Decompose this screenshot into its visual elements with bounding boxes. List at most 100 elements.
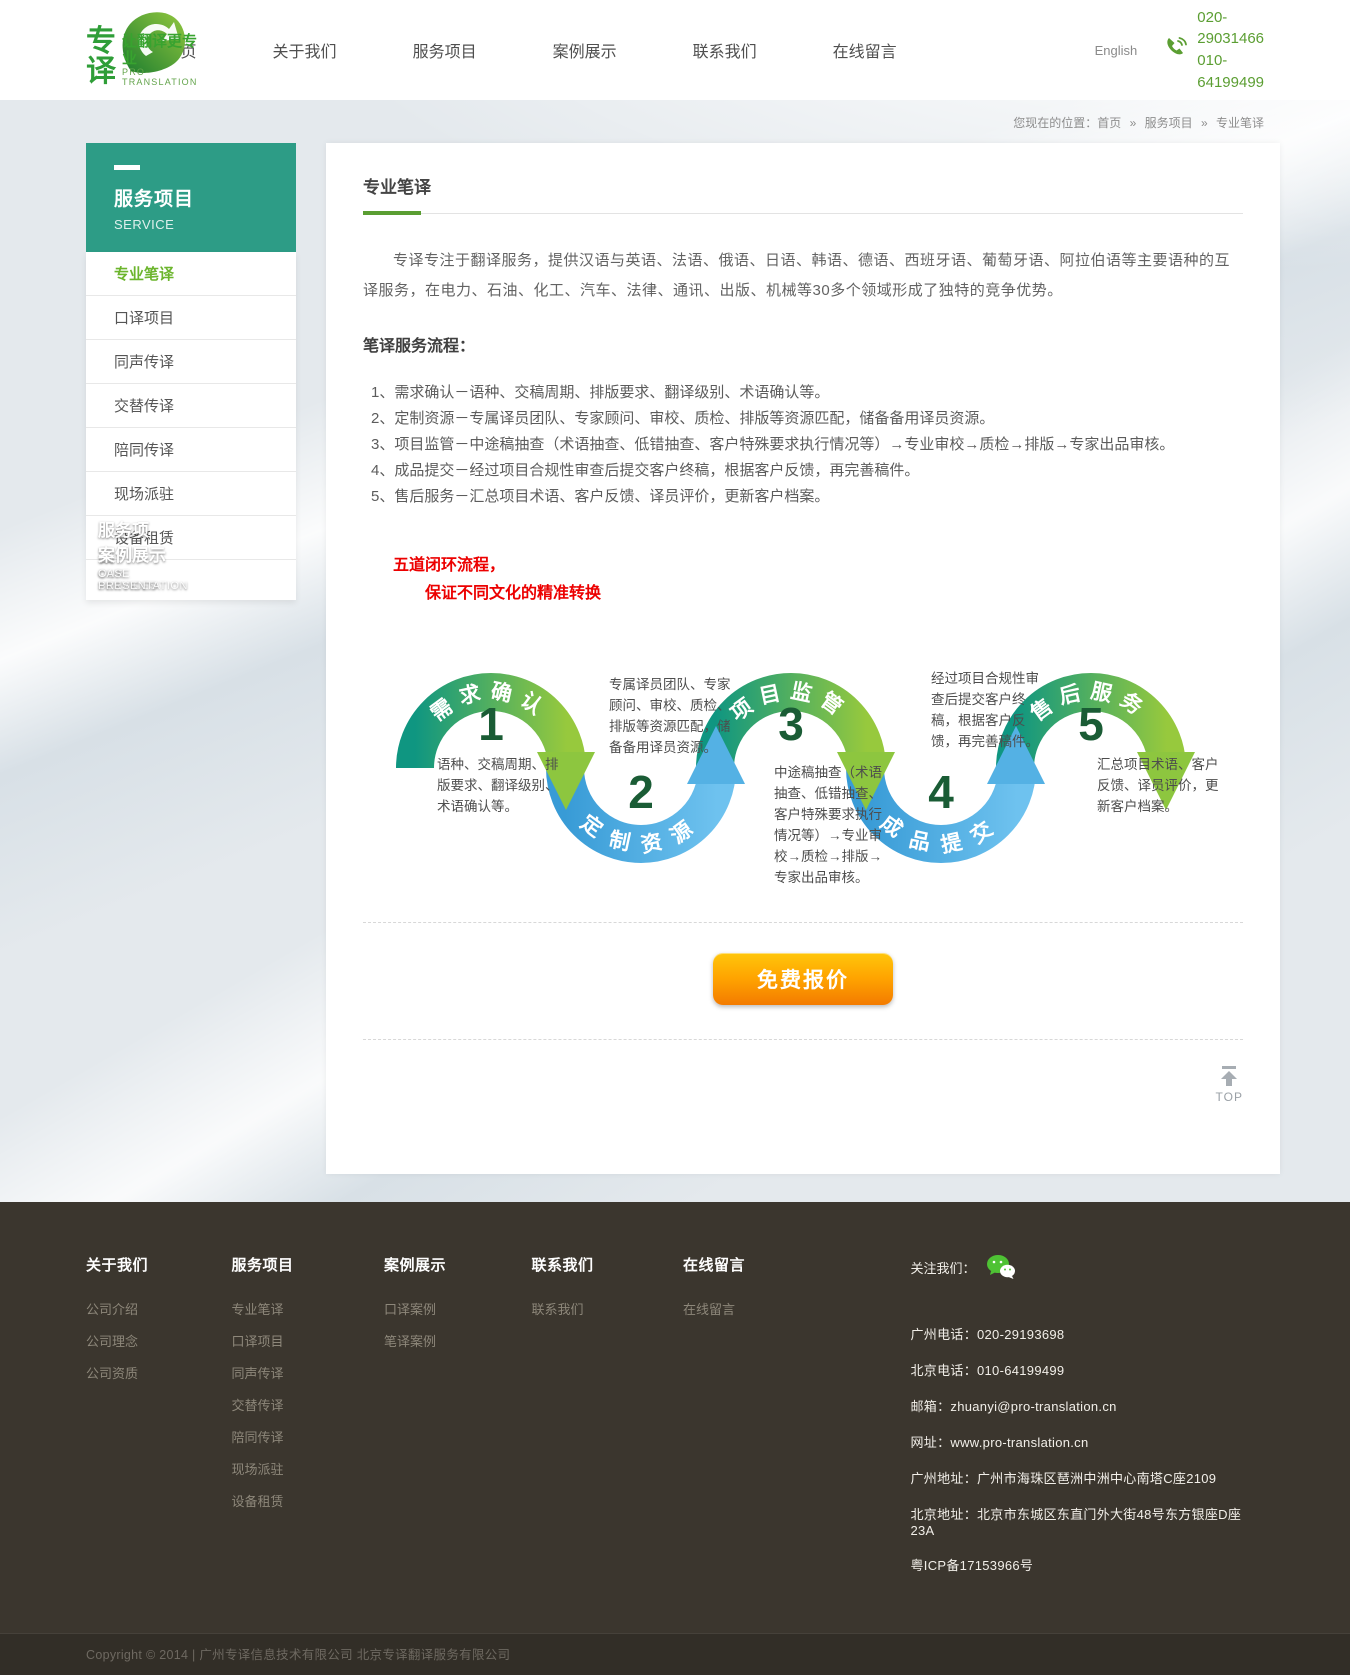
footer-link[interactable]: 在线留言 xyxy=(683,1299,825,1318)
footer-link[interactable]: 设备租赁 xyxy=(232,1491,384,1510)
footer-col-services: 服务项目 专业笔译 口译项目 同声传译 交替传译 陪同传译 现场派驻 设备租赁 xyxy=(232,1254,384,1591)
footer-link[interactable]: 笔译案例 xyxy=(384,1331,532,1350)
top-label: TOP xyxy=(1216,1090,1243,1104)
language-switch[interactable]: English xyxy=(1095,43,1138,58)
header-phone-box: 020-29031466 010-64199499 xyxy=(1163,7,1264,94)
sidebar-item-onsite[interactable]: 现场派驻 xyxy=(86,472,296,516)
footer-col-title: 在线留言 xyxy=(683,1254,825,1275)
breadcrumb-section[interactable]: 服务项目 xyxy=(1145,116,1193,130)
highlight-line-2: 保证不同文化的精准转换 xyxy=(425,580,1243,608)
contact-line: 粤ICP备17153966号 xyxy=(911,1555,1265,1574)
footer-link[interactable]: 同声传译 xyxy=(232,1363,384,1382)
back-to-top-button[interactable]: TOP xyxy=(1216,1066,1243,1104)
sidebar-item-escort[interactable]: 陪同传译 xyxy=(86,428,296,472)
footer-col-title: 关于我们 xyxy=(86,1254,232,1275)
dashed-divider xyxy=(363,922,1243,923)
contact-line: 邮箱：zhuanyi@pro-translation.cn xyxy=(911,1396,1265,1415)
sidebar: 服务项目 SERVICE 专业笔译 口译项目 同声传译 交替传译 陪同传译 现场… xyxy=(86,143,296,600)
flow-step-number: 4 xyxy=(928,766,954,818)
page-title: 专业笔译 xyxy=(363,173,1243,198)
site-footer: 关于我们 公司介绍 公司理念 公司资质 服务项目 专业笔译 口译项目 同声传译 … xyxy=(0,1202,1350,1633)
nav-services[interactable]: 服务项目 xyxy=(413,38,477,62)
content-card: 专业笔译 专译专注于翻译服务，提供汉语与英语、法语、俄语、日语、韩语、德语、西班… xyxy=(326,143,1280,1174)
process-steps: 1、需求确认－语种、交稿周期、排版要求、翻译级别、术语确认等。 2、定制资源－专… xyxy=(371,380,1243,510)
arrow-up-icon xyxy=(1218,1066,1240,1086)
sidebar-header: 服务项目 SERVICE xyxy=(86,143,296,252)
intro-paragraph: 专译专注于翻译服务，提供汉语与英语、法语、俄语、日语、韩语、德语、西班牙语、葡萄… xyxy=(363,246,1243,306)
footer-link[interactable]: 口译案例 xyxy=(384,1299,532,1318)
highlight-note: 五道闭环流程， 保证不同文化的精准转换 xyxy=(363,552,1243,608)
phone-icon xyxy=(1163,35,1189,66)
process-step: 4、成品提交－经过项目合规性审查后提交客户终稿，根据客户反馈，再完善稿件。 xyxy=(371,458,1243,484)
title-underline xyxy=(363,213,1243,214)
flow-step-number: 5 xyxy=(1078,698,1104,750)
footer-col-contact: 联系我们 联系我们 xyxy=(532,1254,683,1591)
flow-step-desc: 语种、交稿周期、排版要求、翻译级别、术语确认等。 xyxy=(437,754,561,817)
contact-line: 北京电话：010-64199499 xyxy=(911,1360,1265,1379)
breadcrumb: 您现在的位置：首页 » 服务项目 » 专业笔译 xyxy=(86,100,1264,143)
sidebar-title: 服务项目 xyxy=(114,184,296,211)
process-step: 1、需求确认－语种、交稿周期、排版要求、翻译级别、术语确认等。 xyxy=(371,380,1243,406)
free-quote-button[interactable]: 免费报价 xyxy=(713,953,893,1005)
sidebar-item-interpretation[interactable]: 口译项目 xyxy=(86,296,296,340)
flow-step-number: 1 xyxy=(478,698,504,750)
flow-step-number: 2 xyxy=(628,766,654,818)
footer-col-cases: 案例展示 口译案例 笔译案例 xyxy=(384,1254,532,1591)
flow-step-desc: 经过项目合规性审查后提交客户终稿，根据客户反馈，再完善稿件。 xyxy=(931,668,1045,752)
flow-step-desc: 中途稿抽查（术语抽查、低错抽查、客户特殊要求执行情况等）→专业审校→质检→排版→… xyxy=(774,762,892,888)
contact-line: 网址：www.pro-translation.cn xyxy=(911,1432,1265,1451)
main-nav: 首页 关于我们 服务项目 案例展示 联系我们 在线留言 xyxy=(165,38,973,62)
flow-step-desc: 专属译员团队、专家顾问、审校、质检、排版等资源匹配，储备备用译员资源。 xyxy=(609,674,731,758)
footer-col-title: 联系我们 xyxy=(532,1254,683,1275)
footer-link[interactable]: 公司理念 xyxy=(86,1331,232,1350)
flow-step-desc: 汇总项目术语、客户反馈、译员评价，更新客户档案。 xyxy=(1097,754,1221,817)
logo-slogan: 让翻译更专业 xyxy=(122,34,198,67)
nav-about[interactable]: 关于我们 xyxy=(273,38,337,62)
process-step: 3、项目监管－中途稿抽查（术语抽查、低错抽查、客户特殊要求执行情况等）→专业审校… xyxy=(371,432,1243,458)
footer-col-about: 关于我们 公司介绍 公司理念 公司资质 xyxy=(86,1254,232,1591)
footer-link[interactable]: 专业笔译 xyxy=(232,1299,384,1318)
contact-line: 广州地址：广州市海珠区琶洲中洲中心南塔C座2109 xyxy=(911,1468,1265,1487)
flow-step-number: 3 xyxy=(778,698,804,750)
nav-cases[interactable]: 案例展示 xyxy=(553,38,617,62)
highlight-line-1: 五道闭环流程， xyxy=(393,552,1243,580)
footer-link[interactable]: 联系我们 xyxy=(532,1299,683,1318)
copyright-bar: Copyright © 2014 | 广州专译信息技术有限公司 北京专译翻译服务… xyxy=(0,1633,1350,1675)
breadcrumb-separator: » xyxy=(1201,116,1208,130)
sidebar-dash-decor xyxy=(114,165,140,170)
footer-link[interactable]: 公司介绍 xyxy=(86,1299,232,1318)
footer-col-message: 在线留言 在线留言 xyxy=(683,1254,825,1591)
sidebar-item-written-translation[interactable]: 专业笔译 xyxy=(86,252,296,296)
footer-link[interactable]: 现场派驻 xyxy=(232,1459,384,1478)
phone-number-1: 020-29031466 xyxy=(1197,7,1264,51)
wechat-icon[interactable] xyxy=(986,1254,1016,1280)
breadcrumb-home[interactable]: 首页 xyxy=(1097,116,1121,130)
sidebar-subtitle: SERVICE xyxy=(114,217,296,232)
phone-number-2: 010-64199499 xyxy=(1197,50,1264,94)
nav-message[interactable]: 在线留言 xyxy=(833,38,897,62)
nav-contact[interactable]: 联系我们 xyxy=(693,38,757,62)
sidebar-item-simultaneous[interactable]: 同声传译 xyxy=(86,340,296,384)
footer-link[interactable]: 公司资质 xyxy=(86,1363,232,1382)
site-header: 专译 让翻译更专业 PRO-TRANSLATION 首页 关于我们 服务项目 案… xyxy=(0,0,1350,100)
logo-name: 专译 xyxy=(86,27,118,87)
logo-subtitle: PRO-TRANSLATION xyxy=(122,67,198,87)
process-step: 2、定制资源－专属译员团队、专家顾问、审校、质检、排版等资源匹配，储备备用译员资… xyxy=(371,406,1243,432)
copyright-text: Copyright © 2014 | 广州专译信息技术有限公司 北京专译翻译服务… xyxy=(86,1644,1264,1663)
breadcrumb-prefix: 您现在的位置： xyxy=(1013,116,1097,130)
breadcrumb-current: 专业笔译 xyxy=(1216,116,1264,130)
footer-link[interactable]: 交替传译 xyxy=(232,1395,384,1414)
sidebar-item-consecutive[interactable]: 交替传译 xyxy=(86,384,296,428)
footer-contact-block: 关注我们： 广州电话：020-29193698 北京电话：010-6419949… xyxy=(911,1254,1265,1591)
contact-line: 广州电话：020-29193698 xyxy=(911,1324,1265,1343)
follow-us-label: 关注我们： xyxy=(911,1258,976,1277)
site-logo[interactable]: 专译 让翻译更专业 PRO-TRANSLATION xyxy=(86,7,87,93)
process-heading: 笔译服务流程： xyxy=(363,332,1243,356)
breadcrumb-separator: » xyxy=(1130,116,1137,130)
footer-link[interactable]: 陪同传译 xyxy=(232,1427,384,1446)
footer-link[interactable]: 口译项目 xyxy=(232,1331,384,1350)
dashed-divider xyxy=(363,1039,1243,1040)
process-step: 5、售后服务－汇总项目术语、客户反馈、译员评价，更新客户档案。 xyxy=(371,484,1243,510)
contact-line: 北京地址：北京市东城区东直门外大街48号东方银座D座23A xyxy=(911,1504,1265,1538)
process-flow-diagram: 1 2 3 4 5 需求确认 定制资源 项目监管 xyxy=(391,658,1243,896)
